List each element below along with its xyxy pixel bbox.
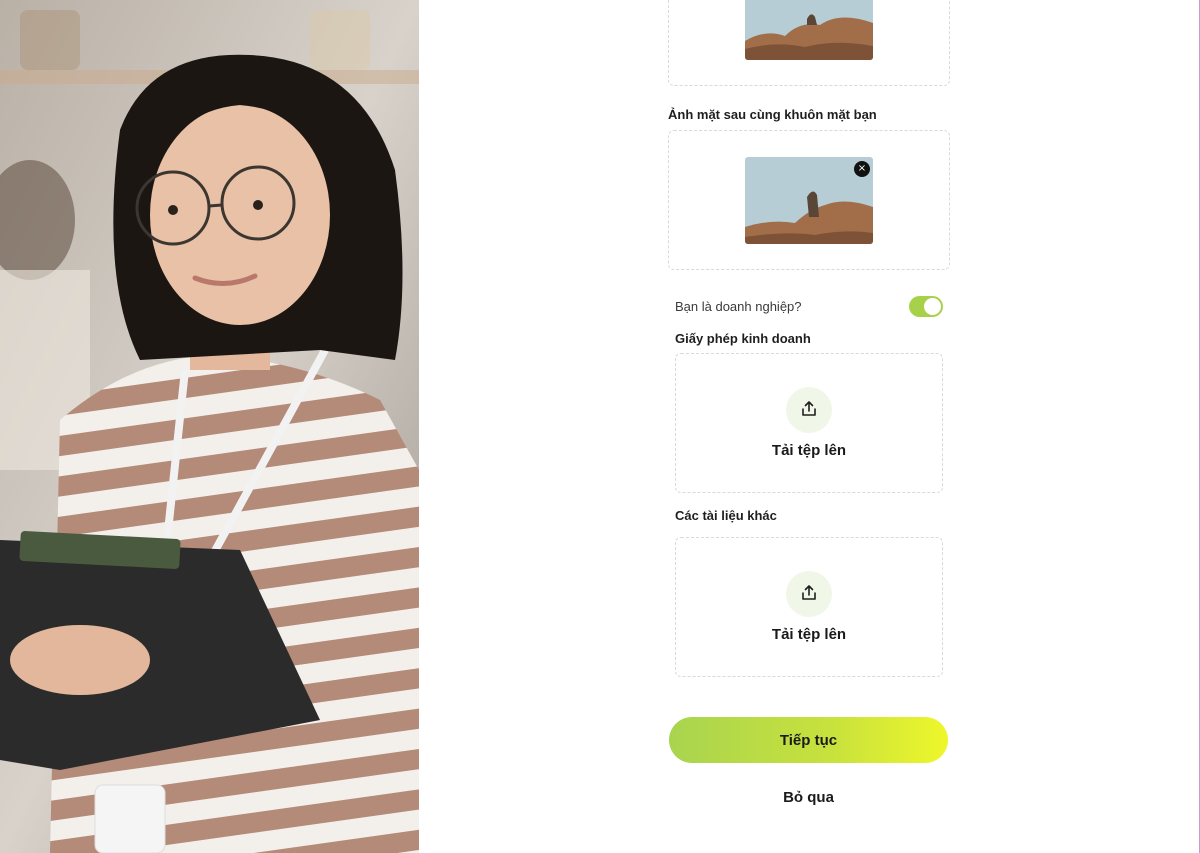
business-license-label: Giấy phép kinh doanh [675,331,811,346]
business-question: Bạn là doanh nghiệp? [675,299,802,314]
upload-icon [802,401,816,416]
business-toggle[interactable] [909,296,943,317]
toggle-knob [924,298,941,315]
front-id-thumbnail [745,0,873,60]
back-id-label: Ảnh mặt sau cùng khuôn mặt bạn [668,107,877,122]
form-panel: Ảnh mặt sau cùng khuôn mặt bạn × Bạn là … [419,0,1200,853]
upload-icon [802,585,816,600]
back-id-dropzone[interactable]: × [668,130,950,270]
other-docs-upload-button[interactable] [786,571,832,617]
business-license-dropzone[interactable]: Tải tệp lên [675,353,943,493]
continue-button[interactable]: Tiếp tục [669,717,948,763]
business-license-upload-button[interactable] [786,387,832,433]
front-id-dropzone[interactable] [668,0,950,86]
other-docs-dropzone[interactable]: Tải tệp lên [675,537,943,677]
hero-photo [0,0,419,853]
business-license-upload-text: Tải tệp lên [771,442,847,459]
other-docs-upload-text: Tải tệp lên [771,626,847,643]
remove-back-id-button[interactable]: × [854,161,870,177]
skip-button[interactable]: Bỏ qua [669,787,948,807]
other-docs-label: Các tài liệu khác [675,508,777,523]
